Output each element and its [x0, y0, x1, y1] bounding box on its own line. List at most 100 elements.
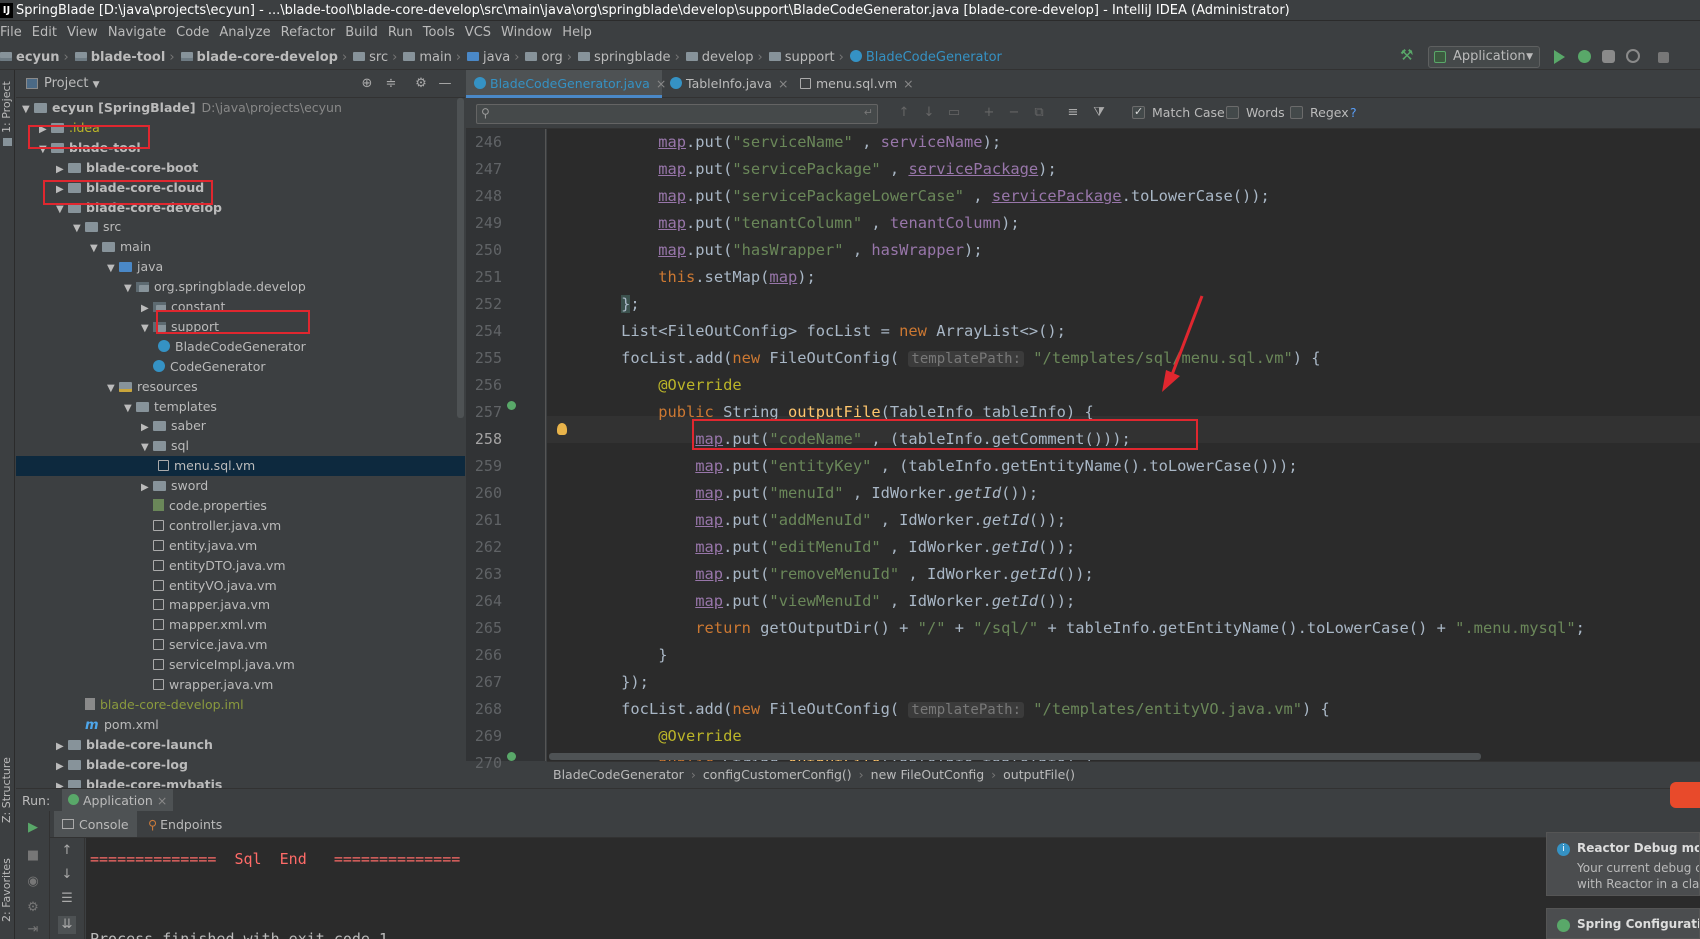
tree-item[interactable]: ▶ .idea [16, 118, 465, 138]
tree-item[interactable]: entityVO.java.vm [16, 576, 465, 596]
debug-icon[interactable] [1578, 50, 1591, 63]
project-tool-tab[interactable]: 1: Project [0, 78, 15, 136]
override-marker-icon[interactable] [507, 752, 516, 761]
menu-window[interactable]: Window [496, 22, 557, 44]
breadcrumb-class[interactable]: BladeCodeGenerator [553, 767, 684, 782]
structure-tool-tab[interactable]: Z: Structure [0, 750, 15, 830]
nav-crumb-blade-core-develop[interactable]: blade-core-develop › [180, 44, 352, 71]
nav-crumb-main[interactable]: main › [403, 44, 465, 71]
expand-arrow-icon[interactable]: ▼ [124, 279, 136, 299]
tab-menu-sql-vm[interactable]: menu.sql.vm × [792, 70, 914, 98]
close-icon[interactable]: × [157, 793, 167, 808]
expand-arrow-icon[interactable]: ▼ [39, 140, 51, 160]
nav-crumb-java[interactable]: java › [467, 44, 523, 71]
tree-item[interactable]: entity.java.vm [16, 536, 465, 556]
nav-crumb-bladecodegenerator[interactable]: BladeCodeGenerator [849, 44, 1002, 71]
expand-arrow-icon[interactable]: ▼ [107, 259, 119, 279]
tree-item[interactable]: BladeCodeGenerator [16, 337, 465, 357]
close-icon[interactable]: × [903, 76, 913, 91]
tree-item[interactable]: ▼ support [16, 317, 465, 337]
words-checkbox[interactable] [1226, 106, 1239, 119]
match-case-checkbox[interactable] [1132, 105, 1145, 119]
search-history-icon[interactable]: ↵ [864, 106, 873, 119]
tree-item[interactable]: entityDTO.java.vm [16, 556, 465, 576]
menu-build[interactable]: Build [340, 22, 383, 44]
menu-tools[interactable]: Tools [418, 22, 460, 44]
run-icon[interactable] [1554, 50, 1565, 64]
search-input[interactable]: ⚲ ↵ [476, 104, 878, 124]
tree-item[interactable]: service.java.vm [16, 635, 465, 655]
expand-arrow-icon[interactable]: ▼ [22, 100, 34, 120]
run-config-select[interactable]: Application ▼ [1428, 46, 1540, 68]
tab-bladecodegenerator[interactable]: BladeCodeGenerator.java × [466, 70, 666, 98]
stop-icon[interactable]: ■ [24, 847, 42, 865]
regex-checkbox[interactable] [1290, 106, 1303, 119]
coverage-icon[interactable] [1602, 50, 1615, 63]
tree-item[interactable]: mapper.xml.vm [16, 615, 465, 635]
tree-item[interactable]: m pom.xml [16, 715, 465, 735]
collapse-arrow-icon[interactable]: ▶ [56, 160, 68, 180]
override-marker-icon[interactable] [507, 401, 516, 410]
tree-item[interactable]: ▶ sword [16, 476, 465, 496]
next-occurrence-icon[interactable]: ↓ [920, 104, 938, 122]
tree-item[interactable]: ▼ src [16, 217, 465, 237]
remove-occurrence-icon[interactable]: − [1005, 104, 1023, 122]
code-editor[interactable]: map.put("serviceName" , serviceName); ma… [547, 129, 1700, 761]
settings-icon[interactable]: ⚙ [24, 899, 42, 917]
collapse-arrow-icon[interactable]: ▶ [56, 180, 68, 200]
collapse-arrow-icon[interactable]: ▶ [141, 478, 153, 498]
console-output[interactable]: ============== Sql End ============== Pr… [86, 838, 1700, 939]
favorites-tool-tab[interactable]: 2: Favorites [0, 850, 15, 930]
collapse-arrow-icon[interactable]: ▶ [56, 777, 68, 788]
tree-item[interactable]: ▶ blade-core-log [16, 755, 465, 775]
tree-item[interactable]: controller.java.vm [16, 516, 465, 536]
expand-arrow-icon[interactable]: ▼ [141, 438, 153, 458]
context-icon[interactable]: ≡ [1064, 104, 1082, 122]
scroll-to-end-icon[interactable]: ⇊ [58, 916, 76, 934]
stop-icon[interactable] [1658, 52, 1669, 63]
nav-crumb-blade-tool[interactable]: blade-tool › [74, 44, 179, 71]
nav-crumb-develop[interactable]: develop › [685, 44, 767, 71]
tree-item[interactable]: ▶ blade-core-cloud [16, 178, 465, 198]
notification-spring[interactable]: Spring Configuratio [1546, 908, 1700, 939]
hide-icon[interactable]: — [436, 75, 454, 93]
gear-icon[interactable]: ⚙ [412, 75, 430, 93]
close-icon[interactable]: × [778, 76, 788, 91]
expand-arrow-icon[interactable]: ▼ [107, 379, 119, 399]
select-all-occurrences-icon[interactable]: ⧉ [1030, 104, 1048, 122]
run-tab-application[interactable]: Application × [62, 789, 174, 812]
collapse-arrow-icon[interactable]: ▶ [141, 299, 153, 319]
tree-item[interactable]: blade-core-develop.iml [16, 695, 465, 715]
exit-icon[interactable]: ⇥ [24, 921, 42, 939]
editor-horizontal-scrollbar[interactable] [549, 753, 1481, 760]
scroll-down-icon[interactable]: ↓ [58, 866, 76, 884]
regex-help-link[interactable]: ? [1350, 103, 1357, 123]
nav-crumb-springblade[interactable]: springblade › [578, 44, 684, 71]
profile-icon[interactable] [1626, 49, 1640, 63]
scroll-up-icon[interactable]: ↑ [58, 842, 76, 860]
tree-item[interactable]: ▼ blade-core-develop [16, 198, 465, 218]
tree-item[interactable]: ▶ blade-core-boot [16, 158, 465, 178]
intention-bulb-icon[interactable] [557, 423, 567, 435]
tab-console[interactable]: Console [54, 811, 137, 837]
filter-icon[interactable]: ⧩ [1090, 104, 1108, 122]
menu-run[interactable]: Run [383, 22, 418, 44]
menu-refactor[interactable]: Refactor [276, 22, 341, 44]
tree-item[interactable]: menu.sql.vm [16, 456, 465, 476]
build-hammer-icon[interactable]: ⚒ [1400, 47, 1416, 63]
expand-arrow-icon[interactable]: ▼ [141, 319, 153, 339]
target-icon[interactable]: ⊕ [358, 75, 376, 93]
tree-item[interactable]: wrapper.java.vm [16, 675, 465, 695]
tree-item[interactable]: ▼ templates [16, 397, 465, 417]
menu-navigate[interactable]: Navigate [103, 22, 171, 44]
menu-edit[interactable]: Edit [27, 22, 62, 44]
expand-arrow-icon[interactable]: ▼ [73, 219, 85, 239]
tab-tableinfo[interactable]: TableInfo.java × [662, 70, 792, 98]
soft-wrap-icon[interactable]: ☰ [58, 890, 76, 908]
rerun-icon[interactable]: ▶ [24, 819, 42, 837]
tree-item[interactable]: ▼ blade-tool [16, 138, 465, 158]
tree-item[interactable]: ▼ java [16, 257, 465, 277]
tree-item[interactable]: CodeGenerator [16, 357, 465, 377]
tab-endpoints[interactable]: ⚲ Endpoints [140, 811, 230, 838]
nav-crumb-org[interactable]: org › [525, 44, 576, 71]
